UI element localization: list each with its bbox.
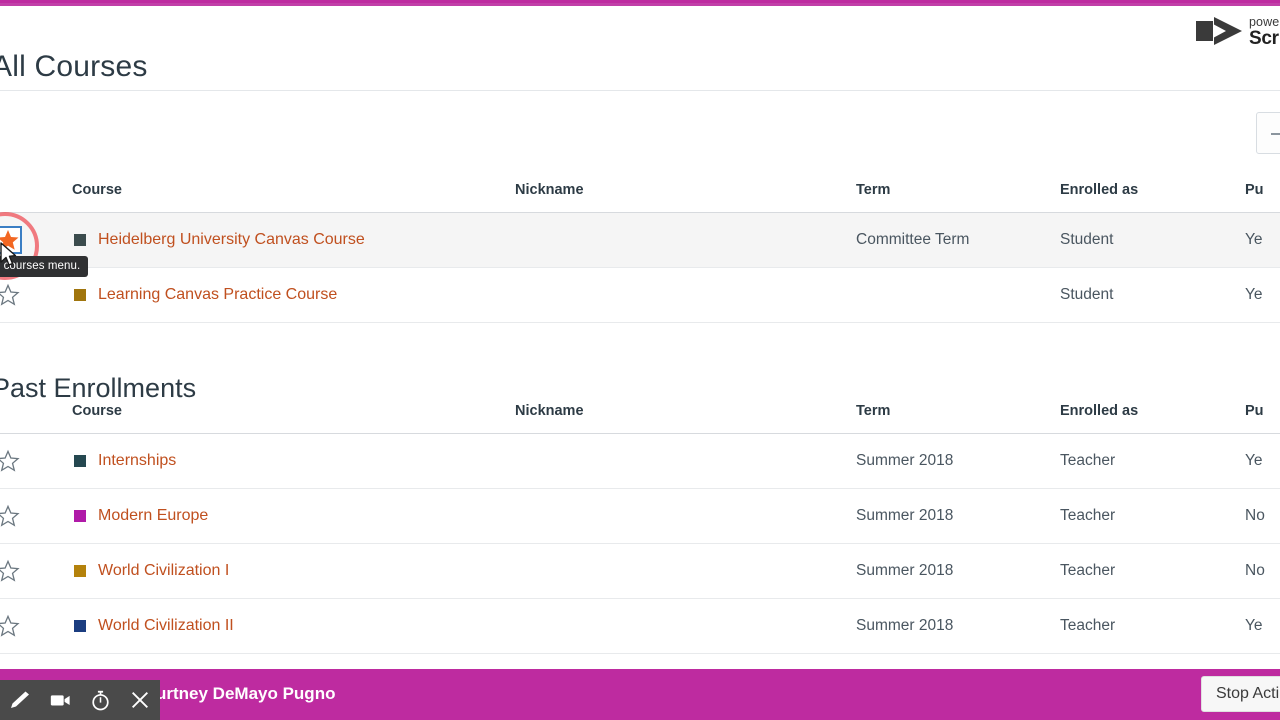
top-accent-bar-inner: [0, 3, 1280, 6]
close-recorder-button[interactable]: [120, 680, 160, 720]
column-header-favorite: [0, 182, 36, 213]
column-header-term: Term: [856, 403, 1060, 434]
favorite-star-icon-outline[interactable]: [0, 559, 20, 583]
page-title: All Courses: [0, 50, 148, 84]
enrolled-as-cell: Teacher: [1060, 598, 1245, 654]
enrolled-as-cell: Teacher: [1060, 543, 1245, 599]
timer-button[interactable]: [80, 680, 120, 720]
brand-powered-label: powe: [1249, 14, 1280, 29]
course-color-chip: [74, 565, 86, 577]
course-link[interactable]: Modern Europe: [98, 507, 208, 525]
published-cell: No: [1245, 488, 1280, 544]
favorite-star-icon-outline[interactable]: [0, 449, 20, 473]
published-cell: Ye: [1245, 267, 1280, 323]
course-link[interactable]: World Civilization II: [98, 617, 234, 635]
course-name-cell[interactable]: Internships: [36, 433, 515, 489]
favorite-cell[interactable]: [0, 433, 36, 489]
past-enrollments-title: Past Enrollments: [0, 373, 197, 404]
column-header-course: Course: [36, 182, 515, 213]
table-row[interactable]: Modern Europe Summer 2018 Teacher No: [0, 488, 1280, 544]
table-header-row: Course Nickname Term Enrolled as Pu: [0, 182, 1280, 213]
recording-user-name: urtney DeMayo Pugno: [156, 684, 336, 703]
column-header-course: Course: [36, 403, 515, 434]
brand-wordmark: powe Scr: [1249, 14, 1279, 49]
course-link[interactable]: World Civilization I: [98, 562, 229, 580]
brand-product-label: Scr: [1249, 28, 1279, 50]
course-link[interactable]: Learning Canvas Practice Course: [98, 286, 337, 304]
add-course-button[interactable]: [1256, 112, 1280, 154]
video-camera-icon: [49, 689, 71, 711]
enrolled-as-cell: Student: [1060, 267, 1245, 323]
table-row[interactable]: Learning Canvas Practice Course Student …: [0, 267, 1280, 323]
favorite-star-icon-outline[interactable]: [0, 283, 20, 307]
column-header-published: Pu: [1245, 182, 1280, 213]
favorite-star-icon-outline[interactable]: [0, 504, 20, 528]
stopwatch-icon: [89, 689, 112, 712]
course-name-cell[interactable]: Modern Europe: [36, 488, 515, 544]
top-accent-bar: [0, 0, 1280, 6]
course-color-chip: [74, 289, 86, 301]
nickname-cell: [515, 267, 856, 323]
course-link[interactable]: Heidelberg University Canvas Course: [98, 231, 365, 249]
column-header-enrolled-as: Enrolled as: [1060, 403, 1245, 434]
favorite-cell[interactable]: [0, 598, 36, 654]
term-cell: Summer 2018: [856, 488, 1060, 544]
term-cell: Summer 2018: [856, 598, 1060, 654]
close-icon: [129, 689, 151, 711]
nickname-cell: [515, 488, 856, 544]
mouse-cursor: [0, 242, 18, 268]
table-row[interactable]: Internships Summer 2018 Teacher Ye: [0, 433, 1280, 489]
nickname-cell: [515, 543, 856, 599]
course-color-chip: [74, 510, 86, 522]
favorite-cell[interactable]: [0, 543, 36, 599]
course-name-cell[interactable]: Learning Canvas Practice Course: [36, 267, 515, 323]
column-header-nickname: Nickname: [515, 403, 856, 434]
column-header-favorite: [0, 403, 36, 434]
table-header-row: Course Nickname Term Enrolled as Pu: [0, 403, 1280, 434]
enrolled-as-cell: Teacher: [1060, 488, 1245, 544]
published-cell: Ye: [1245, 598, 1280, 654]
course-name-cell[interactable]: World Civilization I: [36, 543, 515, 599]
recording-toolbar: [0, 680, 160, 720]
enrolled-as-cell: Teacher: [1060, 433, 1245, 489]
nickname-cell: [515, 433, 856, 489]
pen-tool-button[interactable]: [0, 680, 40, 720]
course-color-chip: [74, 234, 86, 246]
course-name-cell[interactable]: World Civilization II: [36, 598, 515, 654]
table-row[interactable]: World Civilization II Summer 2018 Teacher Y…: [0, 598, 1280, 654]
table-row[interactable]: World Civilization I Summer 2018 Teacher No: [0, 543, 1280, 599]
stop-activity-button[interactable]: Stop Acti: [1201, 676, 1280, 712]
favorite-star-icon-outline[interactable]: [0, 614, 20, 638]
course-link[interactable]: Internships: [98, 452, 176, 470]
title-divider: [0, 90, 1280, 91]
past-enrollments-table: Course Nickname Term Enrolled as Pu Inte…: [0, 403, 1280, 654]
current-enrollments-table: Course Nickname Term Enrolled as Pu Heid…: [0, 182, 1280, 323]
column-header-published: Pu: [1245, 403, 1280, 434]
published-cell: No: [1245, 543, 1280, 599]
column-header-term: Term: [856, 182, 1060, 213]
table-row[interactable]: Heidelberg University Canvas Course Comm…: [0, 212, 1280, 268]
term-cell: Committee Term: [856, 212, 1060, 268]
nickname-cell: [515, 212, 856, 268]
plus-icon: [1271, 124, 1280, 144]
term-cell: Summer 2018: [856, 543, 1060, 599]
published-cell: Ye: [1245, 212, 1280, 268]
pen-icon: [8, 688, 32, 712]
course-color-chip: [74, 620, 86, 632]
term-cell: Summer 2018: [856, 433, 1060, 489]
column-header-enrolled-as: Enrolled as: [1060, 182, 1245, 213]
powered-by-logo: powe Scr: [1196, 5, 1280, 57]
favorite-cell[interactable]: [0, 488, 36, 544]
course-name-cell[interactable]: Heidelberg University Canvas Course: [36, 212, 515, 268]
published-cell: Ye: [1245, 433, 1280, 489]
term-cell: [856, 267, 1060, 323]
course-color-chip: [74, 455, 86, 467]
column-header-nickname: Nickname: [515, 182, 856, 213]
enrolled-as-cell: Student: [1060, 212, 1245, 268]
nickname-cell: [515, 598, 856, 654]
video-record-button[interactable]: [40, 680, 80, 720]
play-button-icon: [1196, 14, 1242, 48]
